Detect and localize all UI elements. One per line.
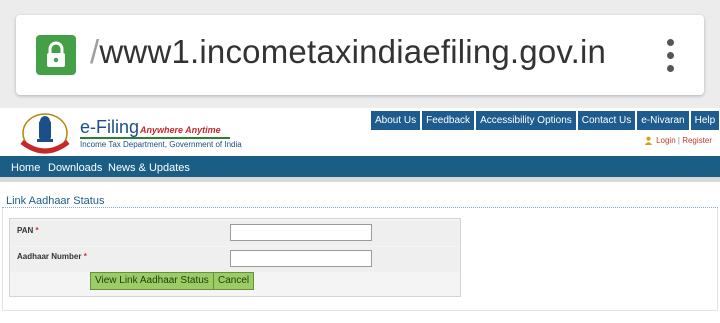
login-register: Login | Register — [644, 136, 712, 146]
url-prefix: / — [90, 33, 100, 70]
nav-news-updates[interactable]: News & Updates — [108, 162, 190, 174]
cancel-button[interactable]: Cancel — [213, 272, 255, 290]
browser-chrome: /www1.incometaxindiaefiling.gov.in — [0, 0, 720, 108]
pan-row: PAN * — [10, 221, 460, 246]
link-aadhaar-form: PAN * Aadhaar Number * View Link Aadhaar… — [9, 218, 461, 297]
department-name: Income Tax Department, Government of Ind… — [80, 140, 242, 149]
required-mark: * — [35, 226, 39, 235]
aadhaar-label: Aadhaar Number * — [17, 252, 87, 261]
nav-accessibility-options[interactable]: Accessibility Options — [476, 111, 576, 130]
url-host: www1.incometaxindiaefiling.gov.in — [99, 33, 607, 70]
nav-feedback[interactable]: Feedback — [422, 111, 475, 130]
aadhaar-input[interactable] — [230, 250, 372, 267]
view-status-button[interactable]: View Link Aadhaar Status — [90, 272, 214, 290]
user-icon — [644, 137, 653, 146]
nav-home[interactable]: Home — [11, 162, 40, 174]
nav-downloads[interactable]: Downloads — [48, 162, 102, 174]
nav-e-nivaran[interactable]: e-Nivaran — [637, 111, 689, 130]
login-link[interactable]: Login — [656, 136, 676, 145]
lock-icon[interactable] — [36, 35, 76, 75]
address-bar[interactable]: /www1.incometaxindiaefiling.gov.in — [16, 15, 704, 95]
webpage: e-Filing Anywhere Anytime Income Tax Dep… — [0, 108, 720, 323]
pan-label: PAN * — [17, 226, 39, 235]
main-nav: Home Downloads News & Updates — [0, 156, 720, 182]
nav-help[interactable]: Help — [690, 111, 720, 130]
aadhaar-row: Aadhaar Number * — [10, 247, 460, 272]
login-separator: | — [677, 136, 680, 145]
brand-divider — [80, 137, 230, 139]
url-text[interactable]: /www1.incometaxindiaefiling.gov.in — [90, 33, 606, 71]
required-mark: * — [83, 252, 87, 261]
emblem-logo[interactable] — [16, 112, 74, 158]
nav-about-us[interactable]: About Us — [371, 111, 421, 130]
nav-contact-us[interactable]: Contact Us — [577, 111, 636, 130]
register-link[interactable]: Register — [682, 136, 712, 145]
more-vert-icon[interactable] — [666, 39, 674, 73]
top-nav: About Us Feedback Accessibility Options … — [371, 111, 720, 130]
pan-input[interactable] — [230, 224, 372, 241]
brand-name: e-Filing — [80, 117, 140, 137]
brand-tagline: Anywhere Anytime — [140, 125, 221, 135]
page-title: Link Aadhaar Status — [6, 195, 105, 207]
